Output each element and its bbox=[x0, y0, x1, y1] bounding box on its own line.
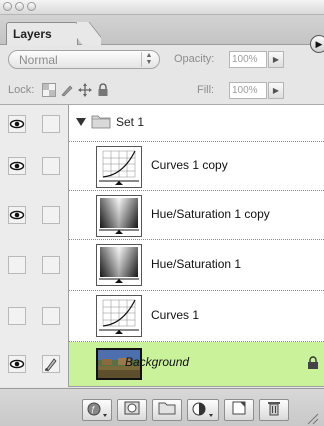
lock-label: Lock: bbox=[8, 84, 35, 96]
layer-mask-icon bbox=[124, 401, 140, 415]
opacity-label: Opacity: bbox=[174, 53, 215, 65]
hue-saturation-thumbnail-icon bbox=[96, 244, 142, 286]
lock-transparency-icon[interactable] bbox=[42, 83, 56, 97]
fill-field[interactable]: 100% bbox=[229, 82, 267, 99]
eye-icon bbox=[9, 119, 25, 129]
lock-all-icon[interactable] bbox=[96, 83, 110, 97]
visibility-toggle[interactable] bbox=[8, 206, 26, 224]
layers-palette: Layers ▶ Normal ▲ ▼ Opacity: 100% ▶ Lock:… bbox=[0, 0, 324, 426]
visibility-toggle[interactable] bbox=[8, 307, 26, 325]
link-toggle[interactable] bbox=[42, 307, 60, 325]
layer-style-button[interactable]: ƒ bbox=[82, 399, 112, 421]
layers-list: Set 1 Curves 1 copy Hue/Saturation 1 cop… bbox=[0, 105, 324, 387]
link-toggle[interactable] bbox=[42, 206, 60, 224]
palette-tab-row: Layers ▶ bbox=[0, 15, 324, 53]
curves-thumbnail-icon bbox=[96, 146, 142, 188]
layer-row-set-1[interactable]: Set 1 bbox=[0, 105, 324, 142]
layer-row-hue-saturation-1-copy[interactable]: Hue/Saturation 1 copy bbox=[0, 191, 324, 240]
new-layer-icon bbox=[232, 401, 246, 415]
opacity-field[interactable]: 100% bbox=[229, 51, 267, 68]
layer-row-background[interactable]: Background bbox=[0, 342, 324, 387]
layer-body[interactable]: Hue/Saturation 1 bbox=[69, 240, 324, 291]
curves-thumbnail-icon bbox=[96, 295, 142, 337]
layer-row-curves-1-copy[interactable]: Curves 1 copy bbox=[0, 142, 324, 191]
eye-icon bbox=[9, 161, 25, 171]
tab-edge bbox=[77, 22, 101, 45]
layer-style-icon: ƒ bbox=[87, 402, 107, 417]
palette-bottom-bar: ƒ bbox=[0, 388, 324, 426]
lock-position-move-icon[interactable] bbox=[78, 83, 92, 97]
link-toggle[interactable] bbox=[42, 115, 60, 133]
lock-icon bbox=[308, 356, 318, 369]
lock-image-brush-icon[interactable] bbox=[60, 83, 74, 97]
visibility-toggle[interactable] bbox=[8, 115, 26, 133]
layer-body[interactable]: Background bbox=[69, 342, 324, 387]
layer-body[interactable]: Set 1 bbox=[69, 105, 324, 142]
layer-row-hue-saturation-1[interactable]: Hue/Saturation 1 bbox=[0, 240, 324, 291]
close-button[interactable] bbox=[3, 2, 12, 11]
layer-body[interactable]: Hue/Saturation 1 copy bbox=[69, 191, 324, 240]
eye-icon bbox=[9, 210, 25, 220]
eye-icon bbox=[9, 359, 25, 369]
link-toggle[interactable] bbox=[42, 157, 60, 175]
blend-opacity-row: Normal ▲ ▼ Opacity: 100% ▶ bbox=[0, 45, 324, 75]
brush-icon bbox=[45, 358, 57, 372]
folder-icon bbox=[91, 115, 111, 129]
new-set-icon bbox=[158, 402, 176, 415]
layer-name: Hue/Saturation 1 bbox=[151, 257, 242, 271]
disclosure-triangle-icon bbox=[76, 118, 86, 126]
fill-label: Fill: bbox=[197, 84, 215, 96]
trash-icon bbox=[268, 402, 280, 416]
layer-body[interactable]: Curves 1 copy bbox=[69, 142, 324, 191]
visibility-toggle[interactable] bbox=[8, 256, 26, 274]
resize-grip-icon[interactable] bbox=[305, 411, 319, 425]
chevron-up-down-icon: ▲ ▼ bbox=[141, 52, 156, 67]
layer-name: Background bbox=[125, 355, 190, 369]
layer-name: Curves 1 copy bbox=[151, 158, 228, 172]
layer-row-curves-1[interactable]: Curves 1 bbox=[0, 291, 324, 342]
fill-slider-button[interactable]: ▶ bbox=[268, 82, 284, 99]
layer-body[interactable]: Curves 1 bbox=[69, 291, 324, 342]
blend-mode-value: Normal bbox=[19, 53, 58, 67]
zoom-button[interactable] bbox=[27, 2, 36, 11]
svg-text:ƒ: ƒ bbox=[91, 405, 95, 414]
layer-name: Curves 1 bbox=[151, 308, 200, 322]
minimize-button[interactable] bbox=[15, 2, 24, 11]
layers-tab[interactable]: Layers bbox=[6, 22, 78, 45]
new-set-button[interactable] bbox=[152, 399, 182, 421]
blend-mode-select[interactable]: Normal ▲ ▼ bbox=[8, 50, 160, 69]
new-layer-button[interactable] bbox=[224, 399, 254, 421]
layer-name: Set 1 bbox=[116, 115, 145, 129]
title-bar bbox=[0, 0, 324, 15]
opacity-slider-button[interactable]: ▶ bbox=[268, 51, 284, 68]
delete-layer-button[interactable] bbox=[259, 399, 289, 421]
new-adjustment-layer-icon bbox=[192, 402, 213, 417]
link-toggle[interactable] bbox=[42, 355, 60, 373]
lock-fill-row: Lock: Fill: 100% ▶ bbox=[0, 76, 324, 105]
link-toggle[interactable] bbox=[42, 256, 60, 274]
visibility-toggle[interactable] bbox=[8, 157, 26, 175]
add-layer-mask-button[interactable] bbox=[117, 399, 147, 421]
hue-saturation-thumbnail-icon bbox=[96, 195, 142, 237]
visibility-toggle[interactable] bbox=[8, 355, 26, 373]
layer-name: Hue/Saturation 1 copy bbox=[151, 207, 270, 221]
new-adjustment-layer-button[interactable] bbox=[187, 399, 219, 421]
